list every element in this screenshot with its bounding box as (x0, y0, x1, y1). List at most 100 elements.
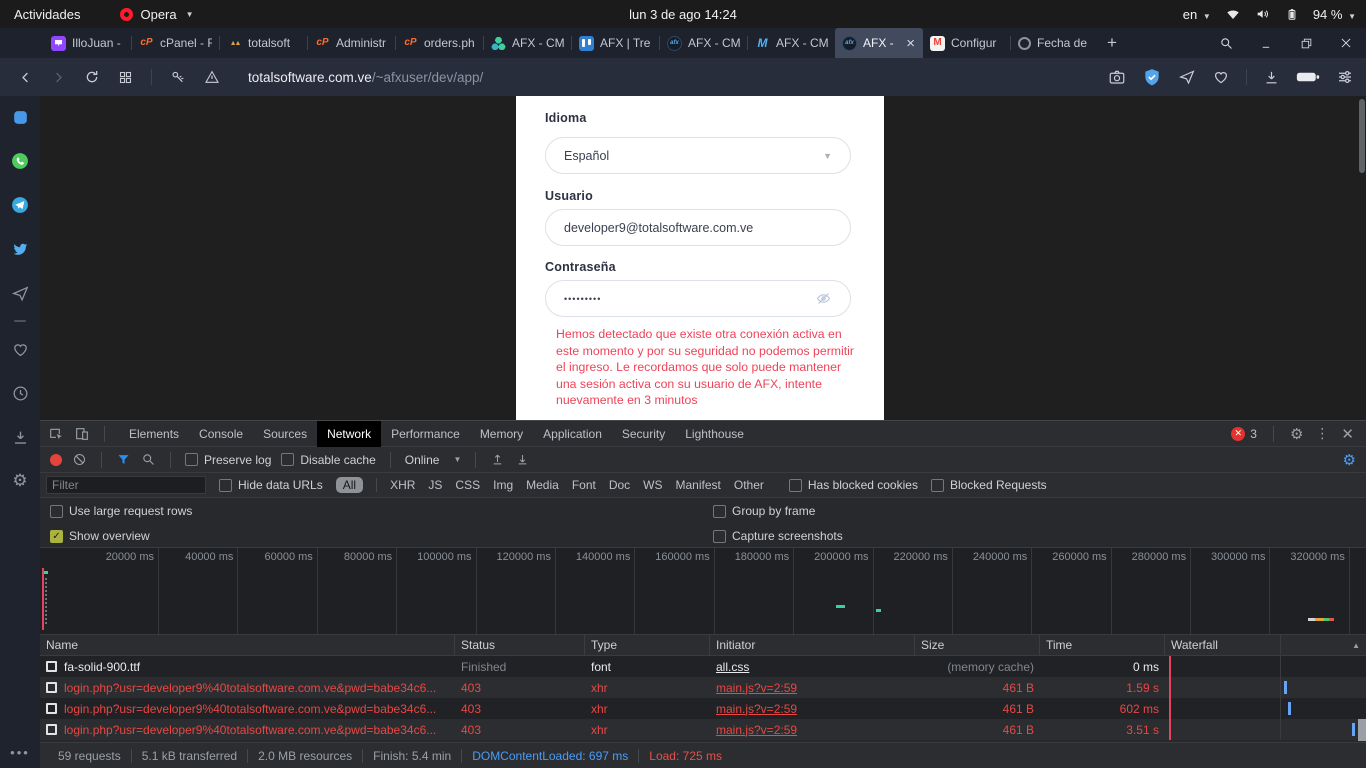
has-blocked-cookies-checkbox[interactable]: Has blocked cookies (789, 478, 918, 492)
request-row[interactable]: fa-solid-900.ttfFinishedfontall.css(memo… (40, 656, 1366, 677)
battery-saver-icon[interactable] (1296, 69, 1320, 85)
initiator-link[interactable]: main.js?v=2:59 (716, 723, 797, 737)
preserve-log-checkbox[interactable]: Preserve log (185, 453, 271, 467)
browser-tab[interactable]: afxAFX - CM (660, 28, 747, 58)
record-network-log-icon[interactable] (50, 454, 62, 466)
use-large-request-rows-checkbox[interactable]: Use large request rows (50, 504, 192, 518)
request-initiator-cell[interactable]: main.js?v=2:59 (710, 698, 915, 719)
easy-setup-sliders-icon[interactable] (1336, 68, 1354, 86)
export-har-icon[interactable] (515, 452, 530, 467)
type-filter-media[interactable]: Media (526, 478, 559, 492)
request-type-cell[interactable]: xhr (585, 677, 710, 698)
page-scrollbar[interactable] (1359, 99, 1365, 173)
request-waterfall-cell[interactable] (1165, 719, 1366, 740)
twitter-icon[interactable] (9, 238, 31, 260)
new-tab-button[interactable]: + (1098, 28, 1126, 58)
request-size-cell[interactable]: 461 B (915, 698, 1040, 719)
minimize-icon[interactable] (1246, 37, 1286, 50)
type-filter-ws[interactable]: WS (643, 478, 662, 492)
volume-icon[interactable] (1255, 6, 1271, 22)
site-key-icon[interactable] (170, 69, 186, 85)
request-initiator-cell[interactable]: main.js?v=2:59 (710, 719, 915, 740)
initiator-link[interactable]: all.css (716, 660, 749, 674)
devtools-tab-elements[interactable]: Elements (119, 421, 189, 447)
browser-tab[interactable]: Administr (308, 28, 395, 58)
forward-icon[interactable] (51, 70, 66, 85)
column-header-status[interactable]: Status (455, 635, 585, 655)
type-filter-doc[interactable]: Doc (609, 478, 630, 492)
devtools-tab-console[interactable]: Console (189, 421, 253, 447)
filter-funnel-icon[interactable] (116, 452, 131, 467)
table-scrollbar-thumb[interactable] (1358, 719, 1366, 741)
telegram-icon[interactable] (9, 194, 31, 216)
browser-tab[interactable]: Configur (923, 28, 1010, 58)
reload-icon[interactable] (84, 69, 100, 85)
request-row[interactable]: login.php?usr=developer9%40totalsoftware… (40, 719, 1366, 740)
devtools-tab-memory[interactable]: Memory (470, 421, 533, 447)
request-status-cell[interactable]: Finished (455, 656, 585, 677)
request-initiator-cell[interactable]: main.js?v=2:59 (710, 677, 915, 698)
request-time-cell[interactable]: 602 ms (1040, 698, 1165, 719)
devtools-close-icon[interactable]: ✕ (1341, 425, 1354, 443)
tab-search-icon[interactable] (1206, 36, 1246, 51)
initiator-link[interactable]: main.js?v=2:59 (716, 681, 797, 695)
keyboard-layout-indicator[interactable]: en ▼ (1183, 7, 1211, 22)
back-icon[interactable] (18, 70, 33, 85)
request-waterfall-cell[interactable] (1165, 698, 1366, 719)
network-overview-timeline[interactable]: 20000 ms40000 ms60000 ms80000 ms100000 m… (40, 548, 1366, 635)
devtools-tab-sources[interactable]: Sources (253, 421, 317, 447)
battery-percent[interactable]: 94 % ▼ (1313, 7, 1356, 22)
wifi-icon[interactable] (1225, 6, 1241, 22)
request-name-cell[interactable]: login.php?usr=developer9%40totalsoftware… (40, 698, 455, 719)
filter-input[interactable] (46, 476, 206, 494)
request-name-cell[interactable]: login.php?usr=developer9%40totalsoftware… (40, 719, 455, 740)
devtools-tab-lighthouse[interactable]: Lighthouse (675, 421, 754, 447)
app-menu[interactable]: Opera ▼ (120, 7, 193, 22)
request-name-cell[interactable]: login.php?usr=developer9%40totalsoftware… (40, 677, 455, 698)
request-initiator-cell[interactable]: all.css (710, 656, 915, 677)
request-waterfall-cell[interactable] (1165, 677, 1366, 698)
column-header-type[interactable]: Type (585, 635, 710, 655)
column-header-initiator[interactable]: Initiator (710, 635, 915, 655)
capture-screenshots-checkbox[interactable]: Capture screenshots (713, 529, 843, 543)
type-filter-all[interactable]: All (336, 477, 363, 493)
browser-tab[interactable]: IlloJuan - (44, 28, 131, 58)
downloads-icon[interactable] (1263, 69, 1280, 86)
request-time-cell[interactable]: 3.51 s (1040, 719, 1165, 740)
request-size-cell[interactable]: 461 B (915, 719, 1040, 740)
speed-dial-icon[interactable] (9, 106, 31, 128)
network-settings-gear-icon[interactable]: ⚙ (1343, 451, 1356, 469)
type-filter-img[interactable]: Img (493, 478, 513, 492)
search-icon[interactable] (141, 452, 156, 467)
downloads-arrow-icon[interactable] (9, 426, 31, 448)
throttling-select[interactable]: Online ▼ (405, 453, 462, 467)
devtools-tab-network[interactable]: Network (317, 421, 381, 447)
column-header-time[interactable]: Time (1040, 635, 1165, 655)
settings-gear-icon[interactable]: ⚙ (9, 470, 31, 492)
whatsapp-icon[interactable] (9, 150, 31, 172)
close-window-icon[interactable] (1326, 36, 1366, 50)
adblock-shield-icon[interactable] (1142, 67, 1162, 87)
request-status-cell[interactable]: 403 (455, 719, 585, 740)
bookmark-heart-icon[interactable] (1212, 68, 1230, 86)
request-type-cell[interactable]: xhr (585, 719, 710, 740)
type-filter-xhr[interactable]: XHR (390, 478, 415, 492)
column-header-name[interactable]: Name (40, 635, 455, 655)
console-error-badge[interactable]: ✕ 3 (1231, 427, 1257, 441)
request-row[interactable]: login.php?usr=developer9%40totalsoftware… (40, 698, 1366, 719)
initiator-link[interactable]: main.js?v=2:59 (716, 702, 797, 716)
blocked-requests-checkbox[interactable]: Blocked Requests (931, 478, 1047, 492)
request-type-cell[interactable]: xhr (585, 698, 710, 719)
group-by-frame-checkbox[interactable]: Group by frame (713, 504, 815, 518)
browser-tab[interactable]: AFX | Tre (572, 28, 659, 58)
my-flow-icon[interactable] (9, 282, 31, 304)
speed-dial-grid-icon[interactable] (118, 70, 133, 85)
request-type-cell[interactable]: font (585, 656, 710, 677)
devtools-tab-security[interactable]: Security (612, 421, 675, 447)
type-filter-js[interactable]: JS (428, 478, 442, 492)
browser-tab[interactable]: Fecha de (1011, 28, 1098, 58)
hide-data-urls-checkbox[interactable]: Hide data URLs (219, 478, 323, 492)
type-filter-other[interactable]: Other (734, 478, 764, 492)
restore-window-icon[interactable] (1286, 37, 1326, 50)
tab-close-icon[interactable]: × (905, 36, 916, 51)
